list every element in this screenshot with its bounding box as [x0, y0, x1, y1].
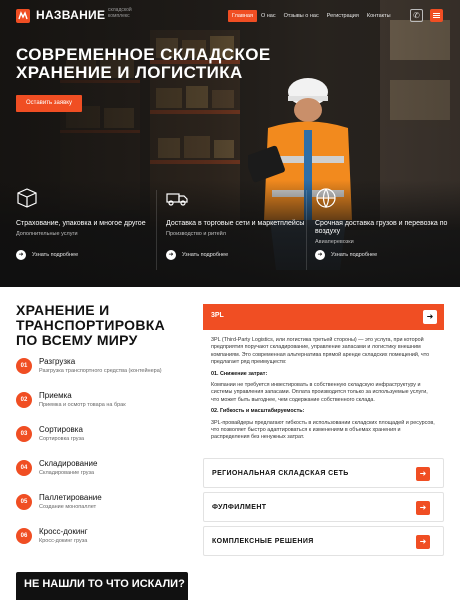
accordion-item-fulfillment[interactable]: Фулфилмент ➜: [203, 492, 444, 522]
accordion-title: Фулфилмент: [212, 504, 267, 511]
step-subtitle: Складирование груза: [39, 470, 95, 476]
box-icon: [17, 188, 37, 208]
step-number: 04: [16, 460, 32, 476]
step-subtitle: Кросс-докинг груза: [39, 538, 88, 544]
feature-title: Доставка в торговые сети и маркетплейсы: [166, 220, 305, 227]
feature-link-label: Узнать подробнее: [182, 252, 229, 258]
not-found-title: Не нашли то что искали?: [24, 578, 185, 590]
feature-subtitle: Дополнительные услуги: [16, 231, 78, 237]
accordion-item-3pl: 3PL ➜ 3PL (Third-Party Logistics, или ло…: [203, 304, 444, 456]
globe-icon: [316, 188, 336, 209]
step-subtitle: Создание монопаллет: [39, 504, 97, 510]
feature-link[interactable]: ➜ Узнать подробнее: [166, 250, 228, 260]
step-title: Сортировка: [39, 425, 83, 434]
step-title: Кросс-докинг: [39, 527, 88, 536]
list-item: 03 Сортировка Сортировка груза: [16, 424, 196, 458]
feature-link[interactable]: ➜ Узнать подробнее: [315, 250, 377, 260]
feature-card-air: Срочная доставка грузов и перевозка по в…: [315, 187, 455, 260]
point-title: 02. Гибкость и масштабируемость:: [211, 408, 305, 415]
nav-item-register[interactable]: Регистрация: [323, 10, 363, 22]
request-button[interactable]: Оставить заявку: [16, 95, 82, 112]
arrow-right-icon[interactable]: ➜: [416, 535, 430, 549]
feature-subtitle: Производство и ритейл: [166, 231, 226, 237]
arrow-right-icon: ➜: [166, 250, 176, 260]
arrow-right-icon: ➜: [315, 250, 325, 260]
step-title: Складирование: [39, 459, 98, 468]
accordion-intro: 3PL (Third-Party Logistics, или логистик…: [211, 337, 430, 366]
point-text: 3PL-провайдеры предлагают гибкость в исп…: [211, 419, 435, 441]
point-title: 01. Снижение затрат:: [211, 370, 268, 377]
point-text: Компании не требуется инвестировать в со…: [211, 382, 428, 403]
not-found-card[interactable]: Не нашли то что искали?: [16, 572, 188, 600]
list-item: 01 Разгрузка Разгрузка транспортного сре…: [16, 356, 196, 390]
accordion-header-3pl[interactable]: 3PL ➜: [203, 304, 444, 330]
accordion-title: Региональная складская сеть: [212, 470, 349, 477]
accordion-body: 3PL (Third-Party Logistics, или логистик…: [211, 337, 436, 446]
step-subtitle: Разгрузка транспортного средства (контей…: [39, 368, 162, 374]
list-item: 02 Приемка Приемка и осмотр товара на бр…: [16, 390, 196, 424]
nav-item-about[interactable]: О нас: [257, 10, 280, 22]
nav-item-home[interactable]: Главная: [228, 10, 257, 22]
step-title: Паллетирование: [39, 493, 102, 502]
step-number: 01: [16, 358, 32, 374]
feature-link-label: Узнать подробнее: [32, 252, 79, 258]
logo-subtitle: складской комплекс: [108, 7, 132, 19]
arrow-right-icon: ➜: [16, 250, 26, 260]
logo-text[interactable]: НАЗВАНИЕ: [36, 8, 105, 22]
step-number: 05: [16, 494, 32, 510]
step-number: 02: [16, 392, 32, 408]
arrow-right-icon[interactable]: ➜: [423, 310, 437, 324]
phone-icon[interactable]: ✆: [410, 9, 423, 22]
step-number: 03: [16, 426, 32, 442]
section-title: Хранение и транспортировка по всему миру: [16, 302, 166, 348]
steps-list: 01 Разгрузка Разгрузка транспортного сре…: [16, 356, 196, 560]
list-item: 04 Складирование Складирование груза: [16, 458, 196, 492]
main-nav: Главная О нас Отзывы о нас Регистрация К…: [228, 10, 395, 22]
hero-title: Современное складское хранение и логисти…: [16, 45, 271, 82]
feature-link-label: Узнать подробнее: [331, 252, 378, 258]
feature-link[interactable]: ➜ Узнать подробнее: [16, 250, 78, 260]
step-subtitle: Приемка и осмотр товара на брак: [39, 402, 126, 408]
divider: [306, 190, 307, 270]
step-title: Приемка: [39, 391, 72, 400]
step-title: Разгрузка: [39, 357, 76, 366]
feature-card-retail: Доставка в торговые сети и маркетплейсы …: [166, 187, 306, 260]
hamburger-icon[interactable]: [430, 9, 443, 22]
feature-title: Страхование, упаковка и многое другое: [16, 220, 146, 227]
nav-item-contacts[interactable]: Контакты: [363, 10, 395, 22]
logo-icon[interactable]: [16, 9, 30, 23]
nav-item-reviews[interactable]: Отзывы о нас: [280, 10, 323, 22]
accordion-item-complex[interactable]: Комплексные решения ➜: [203, 526, 444, 556]
feature-card-extra: Страхование, упаковка и многое другое До…: [16, 187, 156, 260]
accordion-title: 3PL: [211, 312, 224, 319]
list-item: 06 Кросс-докинг Кросс-докинг груза: [16, 526, 196, 560]
divider: [156, 190, 157, 270]
list-item: 05 Паллетирование Создание монопаллет: [16, 492, 196, 526]
feature-title: Срочная доставка грузов и перевозка по в…: [315, 220, 448, 235]
hero-section: НАЗВАНИЕ складской комплекс Главная О на…: [0, 0, 460, 287]
accordion-title: Комплексные решения: [212, 538, 314, 545]
arrow-right-icon[interactable]: ➜: [416, 467, 430, 481]
feature-subtitle: Авиаперевозки: [315, 239, 354, 245]
step-number: 06: [16, 528, 32, 544]
arrow-right-icon[interactable]: ➜: [416, 501, 430, 515]
step-subtitle: Сортировка груза: [39, 436, 85, 442]
truck-icon: [166, 193, 188, 206]
accordion-item-regional[interactable]: Региональная складская сеть ➜: [203, 458, 444, 488]
